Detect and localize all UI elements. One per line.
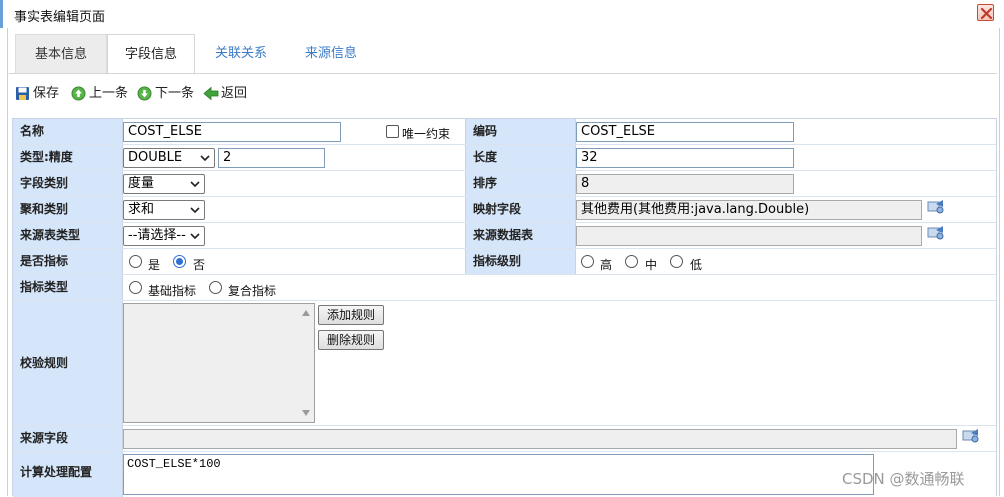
composite-indicator-radio[interactable] (209, 281, 222, 294)
precision-input[interactable]: 2 (218, 148, 325, 168)
dialog-titlebar: 事实表编辑页面 (0, 0, 1004, 28)
source-table-label: 来源数据表 (465, 223, 576, 248)
lookup-icon[interactable] (927, 199, 945, 215)
indicator-no-radio[interactable] (173, 255, 186, 268)
tab-divider (9, 73, 997, 74)
chevron-down-icon (200, 155, 210, 162)
type-select-value: DOUBLE (128, 150, 183, 165)
source-field-input[interactable] (123, 429, 957, 449)
save-icon (16, 87, 29, 100)
mapping-input[interactable]: 其他费用(其他费用:java.lang.Double) (576, 200, 922, 220)
level-high-radio[interactable] (581, 255, 594, 268)
source-table-type-select[interactable]: --请选择-- (123, 226, 205, 246)
unique-checkbox[interactable] (386, 125, 399, 138)
close-icon (980, 7, 993, 20)
prev-button[interactable]: 上一条 (71, 84, 133, 104)
scroll-down-icon[interactable] (302, 410, 310, 416)
form-row-source-field: 来源字段 (13, 426, 996, 452)
order-label: 排序 (465, 171, 576, 196)
window-edge (0, 0, 3, 28)
form-row-category: 字段类别 度量 排序 8 (13, 171, 996, 197)
back-button[interactable]: 返回 (203, 84, 253, 104)
save-button[interactable]: 保存 (15, 84, 65, 104)
save-label: 保存 (33, 86, 60, 101)
level-medium-label: 中 (645, 258, 658, 272)
calc-textarea[interactable]: COST_ELSE*100 (123, 454, 874, 495)
form-row-source-table: 来源表类型 --请选择-- 来源数据表 (13, 223, 996, 249)
back-arrow-icon (203, 86, 219, 101)
field-category-value: 度量 (128, 176, 155, 191)
scroll-up-icon[interactable] (302, 310, 310, 316)
code-input[interactable]: COST_ELSE (576, 122, 794, 142)
delete-rule-button[interactable]: 删除规则 (318, 330, 384, 350)
level-high-label: 高 (600, 258, 613, 272)
type-label: 类型:精度 (13, 145, 123, 170)
indicator-no-label: 否 (193, 258, 206, 272)
next-label: 下一条 (155, 86, 195, 101)
basic-indicator-label: 基础指标 (148, 284, 197, 298)
name-input[interactable]: COST_ELSE (123, 122, 341, 142)
dialog-title: 事实表编辑页面 (14, 10, 106, 25)
form-row-indicator: 是否指标 是 否 指标级别 高 中 低 (13, 249, 996, 275)
lookup-icon[interactable] (962, 428, 980, 444)
arrow-down-icon (137, 86, 152, 101)
form-row-aggregation: 聚和类别 求和 映射字段 其他费用(其他费用:java.lang.Double) (13, 197, 996, 223)
aggregation-select[interactable]: 求和 (123, 200, 205, 220)
form-row-type: 类型:精度 DOUBLE 2 长度 32 (13, 145, 996, 171)
level-low-radio[interactable] (670, 255, 683, 268)
form-row-indicator-type: 指标类型 基础指标 复合指标 (13, 275, 996, 301)
validation-rules-list[interactable] (123, 303, 315, 423)
composite-indicator-label: 复合指标 (228, 284, 277, 298)
tab-field-info[interactable]: 字段信息 (107, 34, 195, 75)
form-row-name: 名称 COST_ELSE 唯一约束 编码 COST_ELSE (13, 119, 996, 145)
indicator-yes-radio[interactable] (129, 255, 142, 268)
form-row-validation: 校验规则 添加规则 删除规则 (13, 301, 996, 426)
unique-label: 唯一约束 (402, 127, 451, 141)
indicator-level-label: 指标级别 (465, 249, 576, 274)
basic-indicator-radio[interactable] (129, 281, 142, 294)
code-label: 编码 (465, 119, 576, 144)
prev-label: 上一条 (89, 86, 129, 101)
mapping-label: 映射字段 (465, 197, 576, 222)
validation-label: 校验规则 (13, 301, 123, 425)
close-button[interactable] (977, 4, 994, 21)
watermark: CSDN @数通畅联 (842, 470, 965, 488)
back-label: 返回 (221, 86, 248, 101)
tab-label: 关联关系 (214, 46, 267, 61)
tab-relations[interactable]: 关联关系 (201, 34, 281, 74)
order-input[interactable]: 8 (576, 174, 794, 194)
length-input[interactable]: 32 (576, 148, 794, 168)
tab-label: 来源信息 (304, 46, 357, 61)
length-label: 长度 (465, 145, 576, 170)
tab-label: 基本信息 (34, 47, 87, 62)
indicator-type-label: 指标类型 (13, 275, 123, 300)
source-field-label: 来源字段 (13, 426, 123, 451)
chevron-down-icon (190, 233, 200, 240)
source-table-type-label: 来源表类型 (13, 223, 123, 248)
calc-label: 计算处理配置 (13, 452, 123, 497)
field-form: 名称 COST_ELSE 唯一约束 编码 COST_ELSE 类型:精度 DOU… (12, 118, 997, 497)
is-indicator-label: 是否指标 (13, 249, 123, 274)
level-medium-radio[interactable] (625, 255, 638, 268)
source-table-type-value: --请选择-- (128, 228, 186, 243)
indicator-yes-label: 是 (148, 258, 161, 272)
level-low-label: 低 (690, 258, 703, 272)
arrow-up-icon (71, 86, 86, 101)
chevron-down-icon (190, 181, 200, 188)
aggregation-value: 求和 (128, 202, 155, 217)
field-category-select[interactable]: 度量 (123, 174, 205, 194)
tab-label: 字段信息 (124, 47, 177, 62)
name-label: 名称 (13, 119, 123, 144)
field-category-label: 字段类别 (13, 171, 123, 196)
tab-source-info[interactable]: 来源信息 (291, 34, 371, 74)
add-rule-button[interactable]: 添加规则 (318, 305, 384, 325)
tab-basic-info[interactable]: 基本信息 (15, 34, 107, 74)
next-button[interactable]: 下一条 (137, 84, 199, 104)
lookup-icon[interactable] (927, 225, 945, 241)
chevron-down-icon (190, 207, 200, 214)
type-select[interactable]: DOUBLE (123, 148, 215, 168)
aggregation-label: 聚和类别 (13, 197, 123, 222)
source-table-input[interactable] (576, 226, 922, 246)
